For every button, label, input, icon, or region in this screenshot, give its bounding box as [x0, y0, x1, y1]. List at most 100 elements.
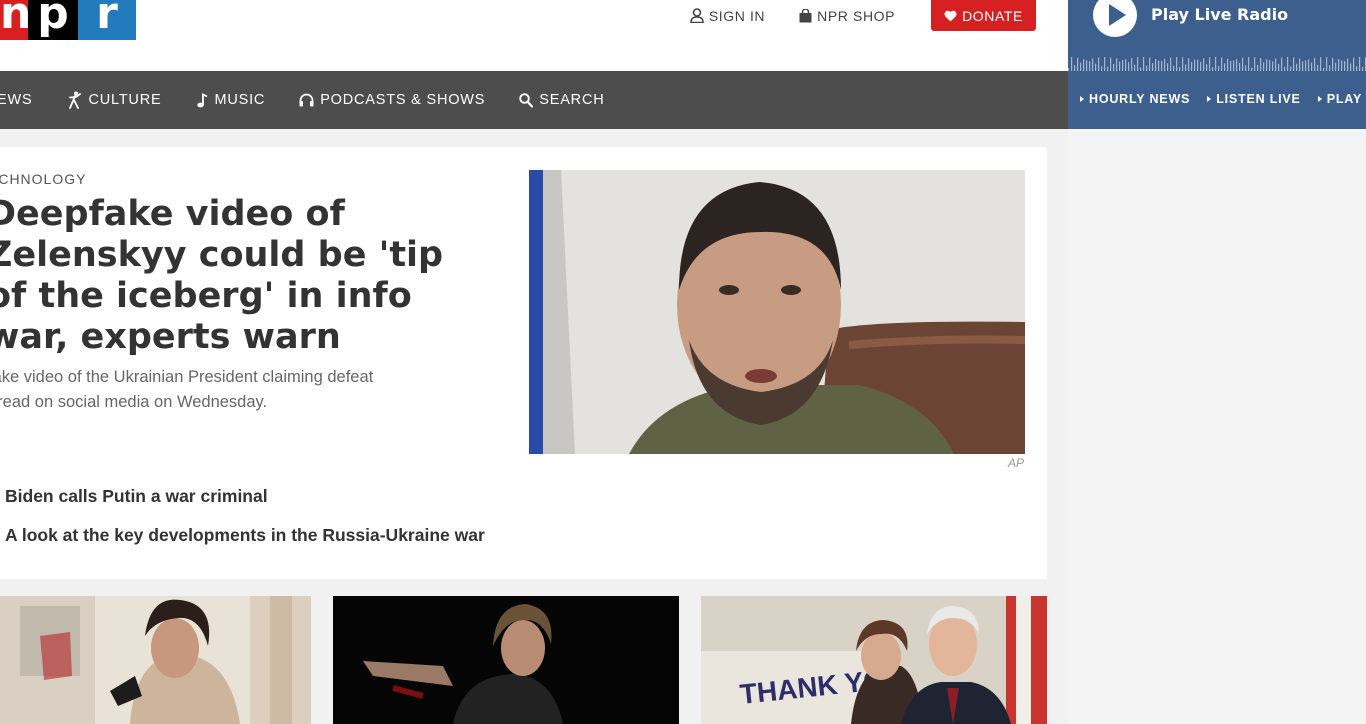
waveform-bar: [1263, 62, 1265, 71]
waveform-bar: [1089, 61, 1091, 71]
waveform-bar: [1245, 65, 1247, 71]
waveform-bar: [1221, 57, 1223, 71]
waveform-bar: [1287, 57, 1289, 71]
waveform-bar: [1356, 66, 1358, 71]
waveform-bar: [1128, 62, 1130, 71]
culture-icon: [69, 91, 82, 109]
nav-culture-label: CULTURE: [88, 92, 162, 108]
waveform-bar: [1137, 57, 1139, 71]
waveform-bar: [1311, 62, 1313, 71]
nav-podcasts-shows[interactable]: PODCASTS & SHOWS: [299, 92, 485, 108]
waveform-bar: [1131, 57, 1133, 71]
music-note-icon: [197, 92, 208, 107]
waveform-bar: [1269, 60, 1271, 71]
waveform-bar: [1077, 57, 1079, 71]
play-icon[interactable]: [1093, 0, 1137, 37]
story-section-label[interactable]: ECHNOLOGY: [0, 171, 86, 187]
npr-logo[interactable]: n p r: [0, 0, 136, 40]
waveform-bar: [1197, 59, 1199, 71]
donate-button[interactable]: DONATE: [931, 0, 1036, 31]
waveform-bar: [1146, 65, 1148, 71]
related-story-link[interactable]: Biden calls Putin a war criminal: [5, 486, 268, 507]
story-photo[interactable]: [529, 170, 1025, 454]
waveform-bar: [1239, 62, 1241, 71]
waveform-bar: [1134, 64, 1136, 71]
waveform-bar: [1242, 57, 1244, 71]
nav-search-label: SEARCH: [539, 92, 605, 108]
waveform-bar: [1323, 67, 1325, 71]
nav-news-label: EWS: [0, 92, 33, 108]
waveform-bar: [1359, 57, 1361, 71]
teaser-line: fake video of the Ukrainian President cl…: [0, 368, 374, 386]
search-icon: [519, 92, 534, 108]
nav-news[interactable]: EWS: [0, 92, 32, 108]
woman-on-phone-image: [0, 596, 311, 724]
waveform-bar: [1302, 61, 1304, 71]
waveform-bar: [1194, 59, 1196, 71]
waveform-bar: [1218, 66, 1220, 71]
sign-in-label: SIGN IN: [708, 7, 766, 24]
user-icon: [690, 8, 704, 23]
waveform-bar: [1338, 59, 1340, 71]
related-story-link[interactable]: A look at the key developments in the Ru…: [5, 525, 485, 546]
zelenskyy-portrait-image: [529, 170, 1025, 454]
donate-label: DONATE: [962, 7, 1023, 24]
logo-letter-p: p: [28, 0, 78, 40]
play-live-radio-label[interactable]: Play Live Radio: [1151, 5, 1288, 24]
waveform-bar: [1314, 57, 1316, 71]
waveform-bar: [1305, 60, 1307, 71]
photo-credit: AP: [1007, 456, 1024, 470]
story-headline[interactable]: Deepfake video of Zelenskyy could be 'ti…: [0, 194, 467, 358]
waveform-bar: [1233, 60, 1235, 71]
couple-at-podium-image: THANK YOU: [701, 596, 1047, 724]
npr-shop-link[interactable]: NPR SHOP: [799, 8, 895, 24]
waveform-bar: [1236, 59, 1238, 71]
waveform-bar: [1281, 57, 1283, 71]
waveform-bar: [1086, 60, 1088, 71]
waveform-bar: [1344, 61, 1346, 71]
playlist-link[interactable]: PLAY: [1318, 92, 1362, 106]
woman-pointing-image: [333, 596, 679, 724]
nav-culture[interactable]: CULTURE: [68, 91, 161, 109]
waveform-bar: [1275, 58, 1277, 71]
waveform-bar: [1215, 57, 1217, 71]
sign-in-link[interactable]: SIGN IN: [690, 8, 765, 24]
waveform-bar: [1110, 57, 1112, 71]
nav-search[interactable]: SEARCH: [519, 92, 604, 108]
waveform-bar: [1203, 58, 1205, 71]
waveform-bar: [1329, 65, 1331, 71]
headline-line: war, experts warn: [0, 317, 341, 357]
waveform-bar: [1119, 61, 1121, 71]
live-radio-widget: Play Live Radio HOURLY NEWS LISTEN LIVE …: [1068, 0, 1366, 129]
waveform-bar: [1260, 57, 1262, 71]
waveform-bar: [1362, 66, 1364, 71]
waveform-bar: [1224, 63, 1226, 71]
waveform-bar: [1158, 60, 1160, 71]
waveform-bar: [1293, 57, 1295, 71]
waveform-bar: [1254, 57, 1256, 71]
site-header: n p r SIGN IN NPR SHOP DONATE: [0, 0, 1068, 71]
waveform-bar: [1155, 58, 1157, 71]
waveform-bar: [1317, 65, 1319, 71]
story-thumbnail[interactable]: THANK YOU: [701, 596, 1047, 724]
waveform-bar: [1098, 57, 1100, 71]
waveform-bar: [1164, 58, 1166, 71]
story-thumbnail[interactable]: [333, 596, 679, 724]
waveform-bar: [1167, 63, 1169, 71]
listen-live-link[interactable]: LISTEN LIVE: [1207, 92, 1301, 106]
nav-music[interactable]: MUSIC: [197, 92, 265, 108]
waveform-bar: [1170, 57, 1172, 71]
waveform-bar: [1104, 57, 1106, 71]
waveform-bar: [1278, 63, 1280, 71]
logo-letter-n: n: [0, 0, 28, 40]
shop-label: NPR SHOP: [817, 7, 896, 24]
waveform-bar: [1125, 59, 1127, 71]
story-teaser: fake video of the Ukrainian President cl…: [0, 365, 478, 415]
hourly-news-link[interactable]: HOURLY NEWS: [1080, 92, 1190, 106]
waveform-bar: [1140, 67, 1142, 71]
headphones-icon: [299, 93, 314, 107]
waveform-bar: [1074, 65, 1076, 71]
story-thumbnail[interactable]: [0, 596, 311, 724]
waveform-bar: [1332, 57, 1334, 71]
waveform-bar: [1335, 62, 1337, 71]
